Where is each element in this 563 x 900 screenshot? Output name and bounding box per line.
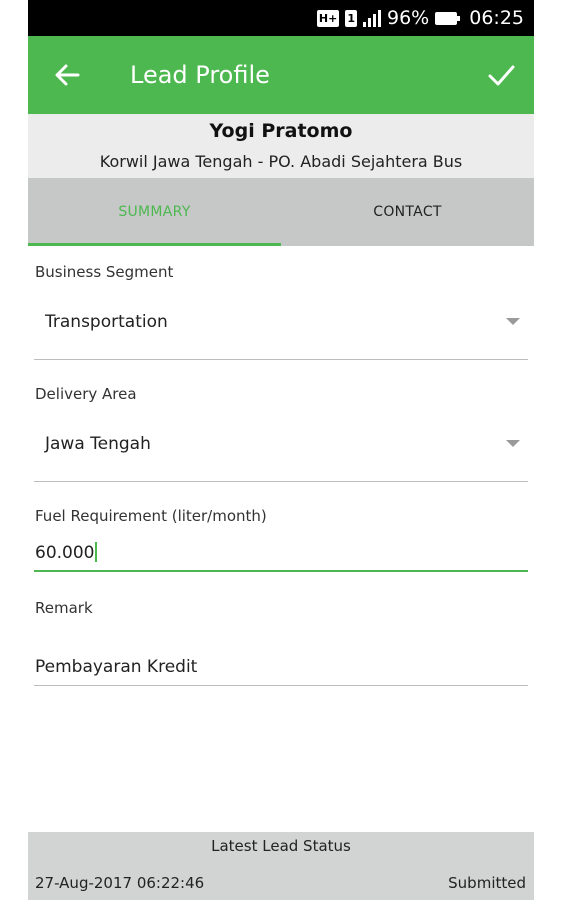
footer-title: Latest Lead Status	[211, 837, 351, 855]
phone-screen: H+ 1 96% 06:25 Lead Profile Yogi Pratomo…	[28, 0, 534, 900]
signal-icon	[363, 9, 381, 27]
remark-value: Pembayaran Kredit	[35, 657, 198, 677]
active-tab-indicator	[28, 243, 281, 246]
delivery-area-value: Jawa Tengah	[45, 434, 151, 454]
sim-slot-icon: 1	[345, 9, 357, 27]
remark-input[interactable]: Pembayaran Kredit	[34, 652, 528, 684]
fuel-requirement-label: Fuel Requirement (liter/month)	[35, 507, 267, 525]
tab-contact-label: CONTACT	[373, 204, 442, 220]
tab-bar: SUMMARY CONTACT	[28, 178, 534, 246]
fuel-requirement-input[interactable]: 60.000	[34, 538, 528, 570]
delivery-area-dropdown[interactable]: Jawa Tengah	[34, 416, 528, 476]
fuel-requirement-text: 60.000	[35, 543, 95, 563]
battery-percent: 96%	[387, 7, 430, 29]
delivery-area-label: Delivery Area	[35, 385, 137, 403]
tab-summary[interactable]: SUMMARY	[28, 178, 281, 246]
tab-contact[interactable]: CONTACT	[281, 178, 534, 246]
lead-subtitle: Korwil Jawa Tengah - PO. Abadi Sejahtera…	[99, 152, 463, 171]
clock: 06:25	[469, 7, 524, 29]
battery-icon	[435, 11, 461, 25]
check-icon[interactable]	[486, 60, 516, 90]
business-segment-underline	[34, 359, 528, 360]
chevron-down-icon	[506, 440, 520, 447]
text-cursor	[95, 542, 98, 562]
business-segment-label: Business Segment	[35, 263, 174, 281]
status-bar-right: H+ 1 96% 06:25	[316, 0, 524, 36]
fuel-requirement-underline	[34, 570, 528, 572]
business-segment-dropdown[interactable]: Transportation	[34, 294, 528, 354]
status-bar: H+ 1 96% 06:25	[28, 0, 534, 36]
status-badge: Submitted	[448, 874, 526, 892]
remark-underline	[34, 685, 528, 686]
chevron-down-icon	[506, 318, 520, 325]
tab-summary-label: SUMMARY	[118, 204, 191, 220]
latest-status-footer: Latest Lead Status 27-Aug-2017 06:22:46 …	[28, 832, 534, 900]
page-title: Lead Profile	[130, 61, 270, 89]
delivery-area-underline	[34, 481, 528, 482]
app-bar: Lead Profile	[28, 36, 534, 114]
arrow-left-icon[interactable]	[52, 60, 82, 90]
network-type-icon: H+	[316, 9, 340, 27]
status-timestamp: 27-Aug-2017 06:22:46	[35, 874, 205, 892]
lead-header: Yogi Pratomo Korwil Jawa Tengah - PO. Ab…	[28, 114, 534, 178]
fuel-requirement-value: 60.000	[35, 542, 98, 563]
business-segment-value: Transportation	[45, 312, 168, 332]
lead-name: Yogi Pratomo	[209, 120, 353, 142]
remark-label: Remark	[35, 599, 93, 617]
